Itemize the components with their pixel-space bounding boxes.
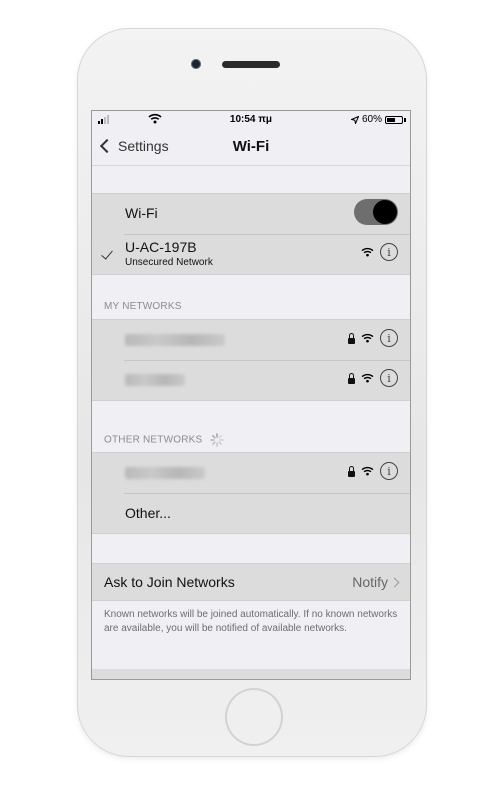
wifi-signal-icon [361,247,374,257]
phone-screen: 10:54 πμ 60% Settings Wi-Fi Wi-Fi U-AC-1… [91,110,411,680]
other-network-row[interactable]: Other... [92,493,410,533]
lock-icon [348,332,355,344]
battery-percent: 60% [361,114,382,125]
network-icons: i [348,369,398,387]
info-icon[interactable]: i [380,243,398,261]
network-row[interactable]: i [92,360,410,400]
wifi-toggle-row: Wi-Fi [92,194,410,234]
ask-to-join-row[interactable]: Ask to Join Networks Notify [92,563,410,601]
network-icons: i [348,462,398,480]
network-name-redacted [125,467,205,479]
wifi-group: Wi-Fi U-AC-197B Unsecured Network i [92,193,410,275]
battery-icon [385,115,403,124]
location-arrow-icon [350,115,359,124]
navigation-bar: Settings Wi-Fi [92,129,410,166]
page-title: Wi-Fi [232,138,270,155]
other-networks-header: OTHER NETWORKS [104,433,225,447]
connected-network-row[interactable]: U-AC-197B Unsecured Network i [92,234,410,274]
network-row[interactable]: i [92,320,410,360]
wifi-signal-icon [361,466,374,476]
wifi-toggle-label: Wi-Fi [125,205,158,221]
connected-network-icons: i [361,243,398,261]
battery-tip [404,117,406,122]
ask-to-join-value: Notify [352,574,388,590]
info-icon[interactable]: i [380,369,398,387]
ask-to-join-description: Known networks will be joined automatica… [104,609,398,634]
loading-spinner-icon [210,433,225,447]
chevron-right-icon [389,577,400,588]
connected-network-subtitle: Unsecured Network [125,257,213,268]
status-bar: 10:54 πμ 60% [92,111,410,129]
wifi-signal-icon [361,373,374,383]
other-networks-label: OTHER NETWORKS [104,434,203,446]
my-networks-header: MY NETWORKS [104,301,182,312]
home-button[interactable] [225,688,283,746]
earpiece-speaker [222,61,280,68]
wifi-toggle-switch[interactable] [354,199,398,225]
lock-icon [348,465,355,477]
info-icon[interactable]: i [380,462,398,480]
status-right: 60% [350,114,406,125]
lock-icon [348,372,355,384]
front-camera [191,59,201,69]
network-row[interactable]: i [92,453,410,493]
bottom-divider [92,669,410,679]
checkmark-icon [101,247,113,260]
connected-network-name: U-AC-197B [125,239,197,255]
wifi-signal-icon [361,333,374,343]
info-icon[interactable]: i [380,329,398,347]
toggle-knob [373,200,397,224]
network-icons: i [348,329,398,347]
network-name-redacted [125,374,185,386]
other-networks-group: i Other... [92,452,410,534]
my-networks-group: i i [92,319,410,401]
network-name-redacted [125,334,225,346]
other-network-label: Other... [125,505,171,521]
ask-to-join-label: Ask to Join Networks [104,574,235,590]
